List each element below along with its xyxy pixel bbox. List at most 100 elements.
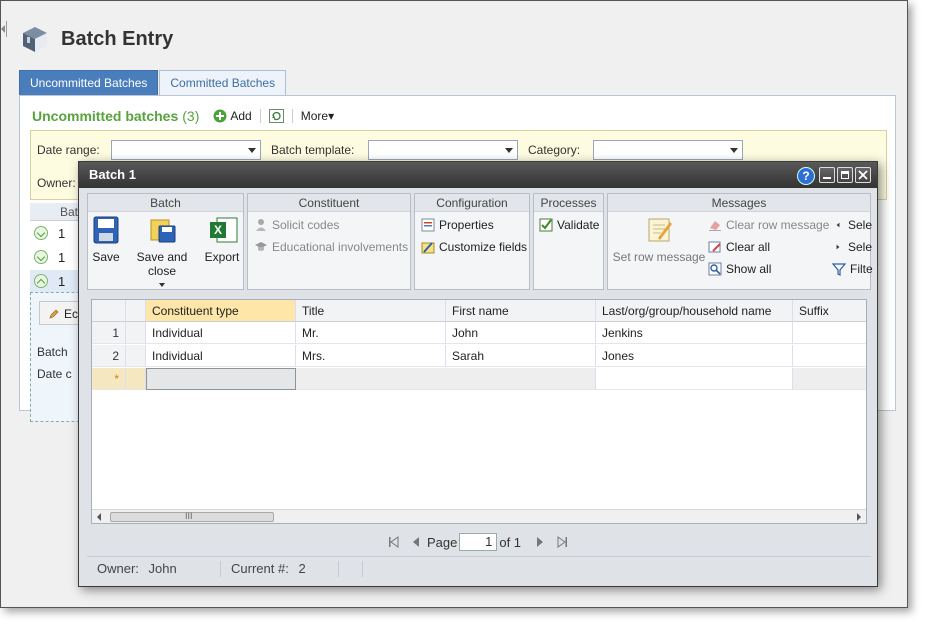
suffix-cell[interactable] [793,345,866,367]
table-row[interactable]: 1 Individual Mr. John Jenkins [92,322,866,344]
clear-all-button[interactable]: Clear all [708,240,770,254]
refresh-button[interactable] [268,109,284,123]
new-row-cell[interactable] [296,368,596,390]
validate-button[interactable]: Validate [539,218,599,232]
window-buttons: ? [797,167,871,185]
first-name-cell[interactable]: Sarah [446,345,596,367]
page-title: Batch Entry [61,27,174,50]
batch-entry-icon [19,23,51,55]
select-previous-button[interactable]: Sele [836,218,872,232]
tab-committed-batches[interactable]: Committed Batches [159,70,287,95]
collapse-handle[interactable] [1,21,7,37]
page-number-input[interactable]: 1 [459,533,498,551]
scroll-left-icon[interactable] [97,513,101,521]
close-icon[interactable] [855,167,871,183]
title-cell[interactable]: Mrs. [296,345,446,367]
last-name-cell[interactable]: Jones [596,345,793,367]
set-row-message-button[interactable]: Set row message [612,216,706,264]
properties-button[interactable]: Properties [421,218,494,232]
filter-icon [832,263,846,276]
scroll-grip: III [185,511,193,521]
owner-label: Owner: [37,176,76,190]
maximize-icon[interactable] [837,167,853,183]
add-button[interactable]: Add [213,109,252,123]
ribbon-group-configuration: Configuration Properties Customize field… [414,193,530,290]
page-of-label: of 1 [499,534,522,550]
tab-uncommitted-batches[interactable]: Uncommitted Batches [19,70,159,95]
collapse-icon[interactable] [34,274,48,288]
expand-icon[interactable] [34,226,48,240]
expand-icon[interactable] [34,250,48,264]
column-header-title[interactable]: Title [296,300,446,322]
row-indicator[interactable] [126,322,146,344]
column-header-first-name[interactable]: First name [446,300,596,322]
active-input-cell[interactable] [146,368,296,390]
more-menu-button[interactable]: More▾ [301,109,334,123]
educational-involvements-label: Educational involvements [272,240,409,254]
magnifier-icon [708,262,722,276]
suffix-cell[interactable] [793,322,866,344]
set-row-message-label: Set row message [612,250,706,264]
person-icon [256,219,266,231]
solicit-codes-button[interactable]: Solicit codes [254,218,339,232]
minimize-icon[interactable] [819,167,835,183]
help-icon[interactable]: ? [797,167,815,185]
export-button[interactable]: X Export [204,216,240,264]
ribbon-group-processes: Processes Validate [533,193,604,290]
new-row-marker: * [92,368,126,390]
dialog-title: Batch 1 [89,167,136,182]
row-number: 1 [92,322,126,344]
group-header-processes: Processes [534,194,603,212]
date-range-select[interactable] [111,140,261,160]
row-indicator[interactable] [126,345,146,367]
constituent-type-cell[interactable]: Individual [146,322,296,344]
first-name-cell[interactable]: John [446,322,596,344]
group-header-messages: Messages [608,194,870,212]
customize-fields-button[interactable]: Customize fields [421,240,527,254]
constituent-type-cell[interactable]: Individual [146,345,296,367]
educational-involvements-button[interactable]: Educational involvements [254,240,408,254]
horizontal-scrollbar[interactable]: III [92,509,866,523]
column-header-last-name[interactable]: Last/org/group/household name [596,300,793,322]
indicator-header [126,300,146,322]
save-and-close-label: Save and close [136,250,188,278]
date-range-label: Date range: [37,143,100,157]
scroll-right-icon[interactable] [857,513,861,521]
group-header-batch: Batch [88,194,243,212]
clear-all-label: Clear all [726,240,771,254]
dialog-titlebar[interactable]: Batch 1 ? [79,162,877,188]
title-cell[interactable]: Mr. [296,322,446,344]
category-select[interactable] [593,140,743,160]
column-header-suffix[interactable]: Suffix [793,300,866,322]
column-header-constituent-type[interactable]: Constituent type [146,300,296,322]
page-label: Page [426,534,458,550]
save-and-close-button[interactable]: Save and close [122,216,202,287]
previous-page-icon[interactable] [411,536,421,548]
table-row[interactable]: 2 Individual Mrs. Sarah Jones [92,345,866,367]
show-all-button[interactable]: Show all [708,262,771,276]
save-icon [93,216,119,244]
scroll-thumb[interactable]: III [110,511,274,522]
clear-all-icon [708,241,721,253]
new-row-cell[interactable] [793,368,866,390]
save-button[interactable]: Save [92,216,120,264]
customize-icon [421,242,435,254]
clear-row-message-label: Clear row message [726,218,830,232]
dropdown-arrow-icon[interactable] [159,283,165,287]
first-page-icon[interactable] [388,536,399,548]
list-toolbar: Uncommitted batches (3) Add More▾ [32,106,334,126]
last-name-cell[interactable]: Jenkins [596,322,793,344]
batch-template-select[interactable] [368,140,518,160]
row-indicator[interactable] [126,368,146,390]
arrow-right-icon [836,244,840,250]
validate-check-icon [539,218,553,232]
clear-row-message-button[interactable]: Clear row message [708,218,829,232]
filter-button[interactable]: Filte [832,262,873,276]
next-page-icon[interactable] [535,536,545,548]
new-row-cell[interactable] [596,368,793,390]
ribbon: Batch Save Save and close X Export Const… [87,193,873,292]
select-next-button[interactable]: Sele [836,240,872,254]
edit-label: Ec [64,307,79,321]
last-page-icon[interactable] [557,536,568,548]
new-row[interactable]: * [92,368,866,390]
